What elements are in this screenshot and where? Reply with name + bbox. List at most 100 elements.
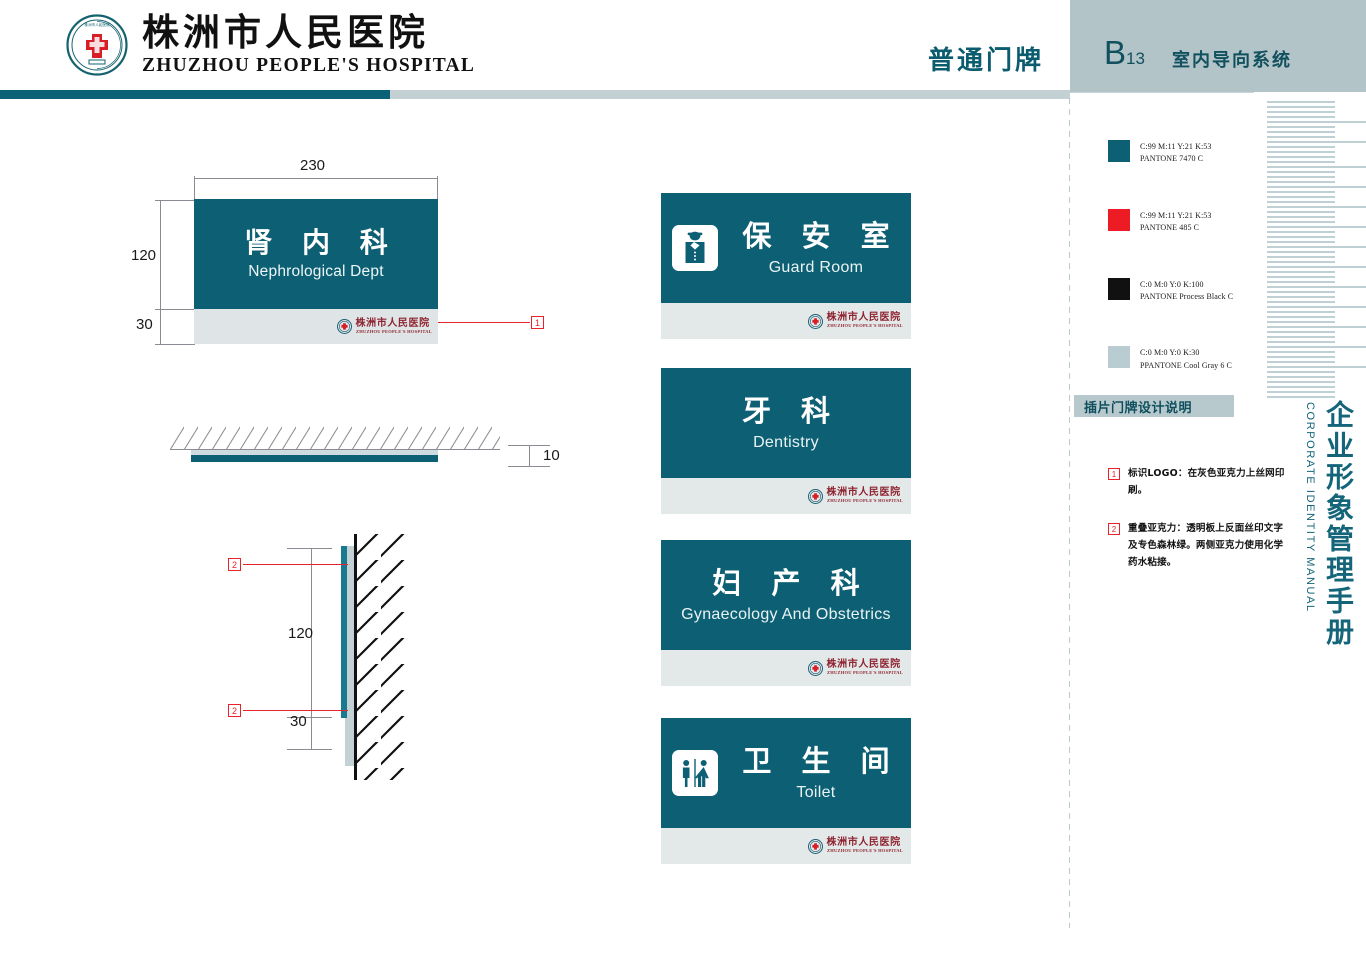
document-type-title: 普通门牌 — [928, 46, 1045, 76]
callout-leader-2a — [243, 564, 348, 566]
color-chip — [1108, 277, 1130, 300]
callout-marker-2a: 2 — [228, 558, 241, 571]
wall-hatch — [355, 534, 405, 780]
manual-title-vertical: 企业形象管理手册 CORPORATE IDENTITY MANUAL — [1304, 400, 1358, 648]
hospital-seal-icon — [336, 319, 352, 334]
restroom-icon — [672, 750, 719, 796]
side-tick-top — [287, 548, 332, 549]
sign-footer-logo-en: ZHUZHOU PEOPLE'S HOSPITAL — [355, 328, 432, 334]
sign-footer-logo-en: ZHUZHOU PEOPLE'S HOSPITAL — [826, 670, 903, 676]
hospital-name-cn: 株洲市人民医院 — [142, 11, 429, 54]
sign-plan-view: 肾 内 科 Nephrological Dept 株洲市人民医院 ZHUZHOU… — [194, 199, 438, 344]
sign-footer-logo: 株洲市人民医院 ZHUZHOU PEOPLE'S HOSPITAL — [807, 837, 902, 854]
sign-footer-logo: 株洲市人民医院 ZHUZHOU PEOPLE'S HOSPITAL — [336, 318, 432, 334]
sign-example-2: 妇 产 科 Gynaecology And Obstetrics 株洲市人民医院… — [661, 540, 911, 686]
section-code-letter: B — [1104, 34, 1127, 71]
wall-surface-line — [354, 534, 357, 780]
sign-title-cn: 肾 内 科 — [244, 225, 398, 259]
sign-title-en: Gynaecology And Obstetrics — [681, 605, 891, 623]
sign-footer-logo-en: ZHUZHOU PEOPLE'S HOSPITAL — [826, 498, 903, 504]
sign-title-cn: 保 安 室 — [742, 219, 900, 254]
thickness-tick-bottom — [508, 466, 550, 467]
side-tick-bottom — [287, 749, 332, 750]
dim-label-width: 230 — [300, 157, 326, 174]
sign-footer-logo-cn: 株洲市人民医院 — [826, 312, 901, 324]
color-pantone: PPANTONE Cool Gray 6 C — [1140, 360, 1232, 370]
dim-tick-top — [155, 200, 195, 201]
sign-title-en: Dentistry — [753, 433, 819, 451]
hospital-seal-icon — [807, 313, 823, 329]
header-rule-thin — [1070, 92, 1254, 93]
color-swatch-row: C:0 M:0 Y:0 K:100 PANTONE Process Black … — [1108, 277, 1234, 304]
decorative-line-pattern — [1267, 100, 1366, 400]
color-cmyk: C:0 M:0 Y:0 K:30 — [1140, 348, 1200, 358]
section-layer-teal — [191, 455, 438, 462]
header-rule-teal — [0, 90, 390, 99]
sign-footer-logo-cn: 株洲市人民医院 — [826, 659, 901, 671]
mount-plate-teal — [341, 546, 347, 718]
section-code-number: 13 — [1126, 49, 1145, 68]
color-swatch-row: C:0 M:0 Y:0 K:30 PPANTONE Cool Gray 6 C — [1108, 346, 1233, 372]
hospital-logo: 株洲市人民医院 株洲市人民医院 ZHUZHOU PEOPLE'S HOSPITA… — [66, 11, 476, 77]
dim-line-width — [194, 178, 438, 179]
vertical-divider — [1069, 98, 1070, 928]
sign-title-cn: 牙 科 — [741, 394, 841, 429]
design-notes-title: 插片门牌设计说明 — [1084, 400, 1193, 416]
callout-leader-1 — [438, 322, 530, 324]
color-swatch-list: C:99 M:11 Y:21 K:53 PANTONE 7470 C C:99 … — [1108, 140, 1233, 415]
dim-label-thickness: 10 — [543, 447, 560, 464]
cid-manual-page: 株洲市人民医院 株洲市人民医院 ZHUZHOU PEOPLE'S HOSPITA… — [0, 0, 1366, 966]
sign-footer: 株洲市人民医院 ZHUZHOU PEOPLE'S HOSPITAL — [661, 478, 911, 514]
manual-title-en: CORPORATE IDENTITY MANUAL — [1304, 402, 1316, 613]
sign-footer: 株洲市人民医院 ZHUZHOU PEOPLE'S HOSPITAL — [661, 650, 911, 686]
sign-footer-logo: 株洲市人民医院 ZHUZHOU PEOPLE'S HOSPITAL — [807, 487, 903, 504]
design-notes-header: 插片门牌设计说明 — [1074, 395, 1234, 417]
color-cmyk: C:99 M:11 Y:21 K:53 — [1140, 210, 1212, 220]
sign-footer-logo-cn: 株洲市人民医院 — [826, 487, 901, 499]
design-note-number: 2 — [1108, 523, 1120, 536]
sign-body: 肾 内 科 Nephrological Dept — [194, 199, 438, 309]
color-pantone: PANTONE Process Black C — [1140, 291, 1234, 301]
sign-title-en: Toilet — [796, 783, 836, 801]
hospital-seal-icon — [807, 660, 823, 676]
color-chip-spec: C:0 M:0 Y:0 K:30 PPANTONE Cool Gray 6 C — [1140, 346, 1232, 372]
hospital-seal-icon: 株洲市人民医院 — [66, 14, 128, 77]
sign-footer-logo: 株洲市人民医院 ZHUZHOU PEOPLE'S HOSPITAL — [807, 312, 903, 329]
hospital-seal-icon — [807, 488, 823, 504]
sign-footer: 株洲市人民医院 ZHUZHOU PEOPLE'S HOSPITAL — [661, 828, 911, 864]
sign-footer-logo-cn: 株洲市人民医院 — [826, 837, 901, 849]
callout-marker-2b: 2 — [228, 704, 241, 717]
color-pantone: PANTONE 7470 C — [1140, 154, 1204, 164]
design-note: 1 标识LOGO：在灰色亚克力上丝网印刷。 — [1108, 466, 1286, 499]
color-chip — [1108, 346, 1130, 369]
dim-label-footer-height: 30 — [136, 316, 153, 333]
color-chip-spec: C:99 M:11 Y:21 K:53 PANTONE 485 C — [1140, 209, 1211, 235]
dim-line-footer — [160, 309, 161, 345]
color-cmyk: C:99 M:11 Y:21 K:53 — [1140, 142, 1212, 151]
sign-example-3: 卫 生 间 Toilet 株洲市人民医院 ZHUZHOU PEOPLE'S HO… — [661, 718, 911, 864]
sign-footer-logo-en: ZHUZHOU PEOPLE'S HOSPITAL — [826, 323, 903, 329]
design-note-text: 重叠亚克力：透明板上反面丝印文字及专色森林绿。两侧亚克力使用化学药水粘接。 — [1128, 523, 1284, 568]
dim-label-side-height: 120 — [288, 625, 314, 642]
design-notes-list: 1 标识LOGO：在灰色亚克力上丝网印刷。 2 重叠亚克力：透明板上反面丝印文字… — [1108, 466, 1286, 593]
side-dim-line-footer — [311, 717, 312, 750]
color-chip — [1108, 208, 1130, 231]
sign-footer: 株洲市人民医院 ZHUZHOU PEOPLE'S HOSPITAL — [661, 303, 911, 339]
hospital-seal-icon — [807, 838, 823, 854]
section-title: 室内导向系统 — [1172, 50, 1292, 71]
dim-tick-bottom — [155, 344, 195, 345]
color-swatch-row: C:99 M:11 Y:21 K:53 PANTONE 7470 C — [1108, 140, 1233, 166]
callout-marker-1: 1 — [531, 316, 544, 329]
dim-tick-mid — [155, 309, 195, 310]
design-note: 2 重叠亚克力：透明板上反面丝印文字及专色森林绿。两侧亚克力使用化学药水粘接。 — [1108, 521, 1286, 571]
sign-body: 保 安 室 Guard Room — [661, 193, 911, 303]
color-chip — [1108, 140, 1130, 162]
design-note-text: 标识LOGO：在灰色亚克力上丝网印刷。 — [1128, 468, 1285, 496]
sign-title-cn: 妇 产 科 — [712, 566, 870, 601]
color-swatch-row: C:99 M:11 Y:21 K:53 PANTONE 485 C — [1108, 208, 1233, 235]
manual-title-cn: 企业形象管理手册 — [1322, 400, 1355, 648]
hospital-name-en: ZHUZHOU PEOPLE'S HOSPITAL — [142, 54, 476, 76]
section-code: B13 — [1104, 36, 1145, 69]
sign-footer-logo: 株洲市人民医院 ZHUZHOU PEOPLE'S HOSPITAL — [807, 659, 903, 676]
callout-leader-2b — [243, 710, 348, 712]
